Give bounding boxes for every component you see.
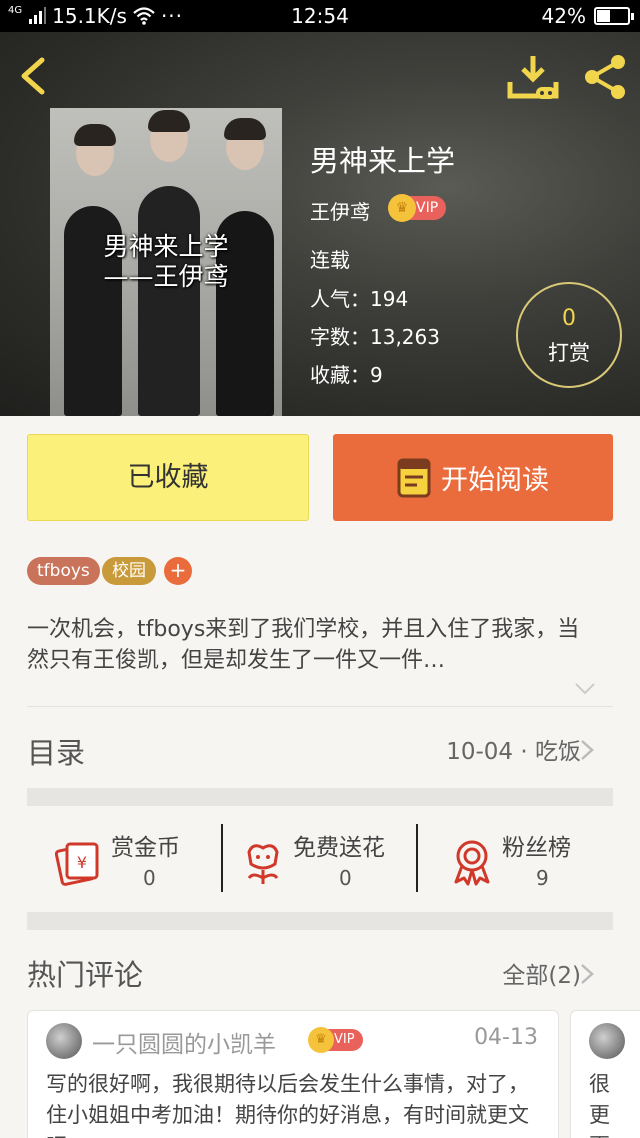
battery-icon — [594, 7, 634, 25]
stat-value: 0 — [339, 866, 352, 890]
chevron-right-icon[interactable] — [579, 962, 595, 986]
favorites-count: 收藏：9 — [310, 363, 383, 387]
comment-body: 很更更 — [589, 1072, 610, 1138]
stat-fan-ranking[interactable]: 粉丝榜 9 — [418, 806, 613, 912]
stat-label: 粉丝榜 — [502, 835, 571, 861]
book-header: 4G 15.1K/s ··· 12:54 42% 男神来上学 ——王伊鸢 男神来… — [0, 0, 640, 416]
book-cover[interactable]: 男神来上学 ——王伊鸢 — [50, 108, 282, 416]
avatar[interactable] — [589, 1023, 625, 1059]
popularity: 人气：194 — [310, 287, 409, 311]
stat-value: 0 — [143, 866, 156, 890]
stat-label: 免费送花 — [293, 835, 385, 861]
reward-label: 打赏 — [548, 341, 590, 365]
stats-row: ¥ 赏金币 0 免费送花 0 粉丝榜 9 — [27, 806, 613, 912]
book-title: 男神来上学 — [310, 144, 456, 178]
reward-count: 0 — [562, 306, 576, 331]
hot-comments-header: 热门评论 全部(2) — [27, 930, 613, 1010]
chevron-right-icon — [581, 740, 594, 760]
avatar[interactable] — [46, 1023, 82, 1059]
cover-title: 男神来上学 ——王伊鸢 — [50, 232, 282, 292]
toc-title: 目录 — [27, 736, 86, 770]
stat-flowers[interactable]: 免费送花 0 — [223, 806, 417, 912]
red-envelope-icon: ¥ — [55, 842, 99, 886]
book-description[interactable]: 一次机会，tfboys来到了我们学校，并且入住了我家，当然只有王俊凯，但是却发生… — [27, 614, 587, 676]
download-button[interactable] — [506, 52, 560, 102]
crown-icon: ♛ — [308, 1027, 334, 1053]
vip-label: VIP — [416, 200, 439, 216]
flower-icon — [247, 844, 279, 884]
start-reading-button[interactable]: 开始阅读 — [333, 434, 613, 521]
add-tag-button[interactable]: + — [164, 557, 192, 585]
book-icon — [397, 458, 431, 497]
comment-card[interactable]: 很更更 — [570, 1010, 640, 1138]
stat-value: 9 — [536, 866, 549, 890]
vip-label: VIP — [334, 1032, 355, 1047]
comment-card[interactable]: 一只圆圆的小凯羊 ♛ VIP 04-13 写的很好啊，我很期待以后会发生什么事情… — [27, 1010, 559, 1138]
serial-status: 连载 — [310, 248, 350, 272]
status-bar: 4G 15.1K/s ··· 12:54 42% — [0, 0, 640, 32]
vip-badge: ♛ VIP — [308, 1027, 363, 1053]
stat-label: 赏金币 — [111, 835, 180, 861]
status-right: 42% — [541, 4, 634, 28]
battery-fill — [597, 10, 610, 22]
comment-date: 04-13 — [474, 1025, 538, 1050]
back-button[interactable] — [14, 54, 54, 98]
expand-chevron-icon[interactable] — [574, 682, 596, 696]
section-separator — [27, 912, 613, 930]
cover-figure-hair — [148, 110, 190, 132]
stat-coins[interactable]: ¥ 赏金币 0 — [27, 806, 222, 912]
comment-username[interactable]: 一只圆圆的小凯羊 — [92, 1025, 276, 1059]
tag-campus[interactable]: 校园 — [102, 557, 156, 585]
medal-icon — [454, 840, 490, 886]
cover-figure-hair — [74, 124, 116, 146]
cover-figure-hair — [224, 118, 266, 140]
divider — [27, 706, 613, 707]
table-of-contents-row[interactable]: 目录 10-04 · 吃饭 — [27, 708, 613, 788]
share-button[interactable] — [580, 52, 630, 102]
word-count: 字数：13,263 — [310, 325, 440, 349]
start-reading-label: 开始阅读 — [441, 465, 549, 496]
cover-title-line: 男神来上学 — [103, 232, 229, 261]
author-name[interactable]: 王伊鸢 — [310, 196, 370, 225]
section-separator — [27, 788, 613, 806]
latest-chapter: 10-04 · 吃饭 — [446, 739, 581, 765]
collected-button[interactable]: 已收藏 — [27, 434, 309, 521]
comment-body: 写的很好啊，我很期待以后会发生什么事情，对了，住小姐姐中考加油！期待你的好消息，… — [46, 1072, 529, 1138]
battery-percent: 42% — [541, 4, 586, 28]
vip-badge: ♛ VIP — [388, 194, 447, 222]
cover-author-line: ——王伊鸢 — [103, 262, 229, 291]
svg-text:¥: ¥ — [77, 853, 87, 872]
cover-figure — [138, 186, 200, 416]
comments-title: 热门评论 — [27, 958, 144, 992]
crown-icon: ♛ — [388, 194, 416, 222]
tag-tfboys[interactable]: tfboys — [27, 557, 100, 585]
reward-button[interactable]: 0 打赏 — [516, 282, 622, 388]
all-comments-link[interactable]: 全部(2) — [502, 956, 581, 990]
